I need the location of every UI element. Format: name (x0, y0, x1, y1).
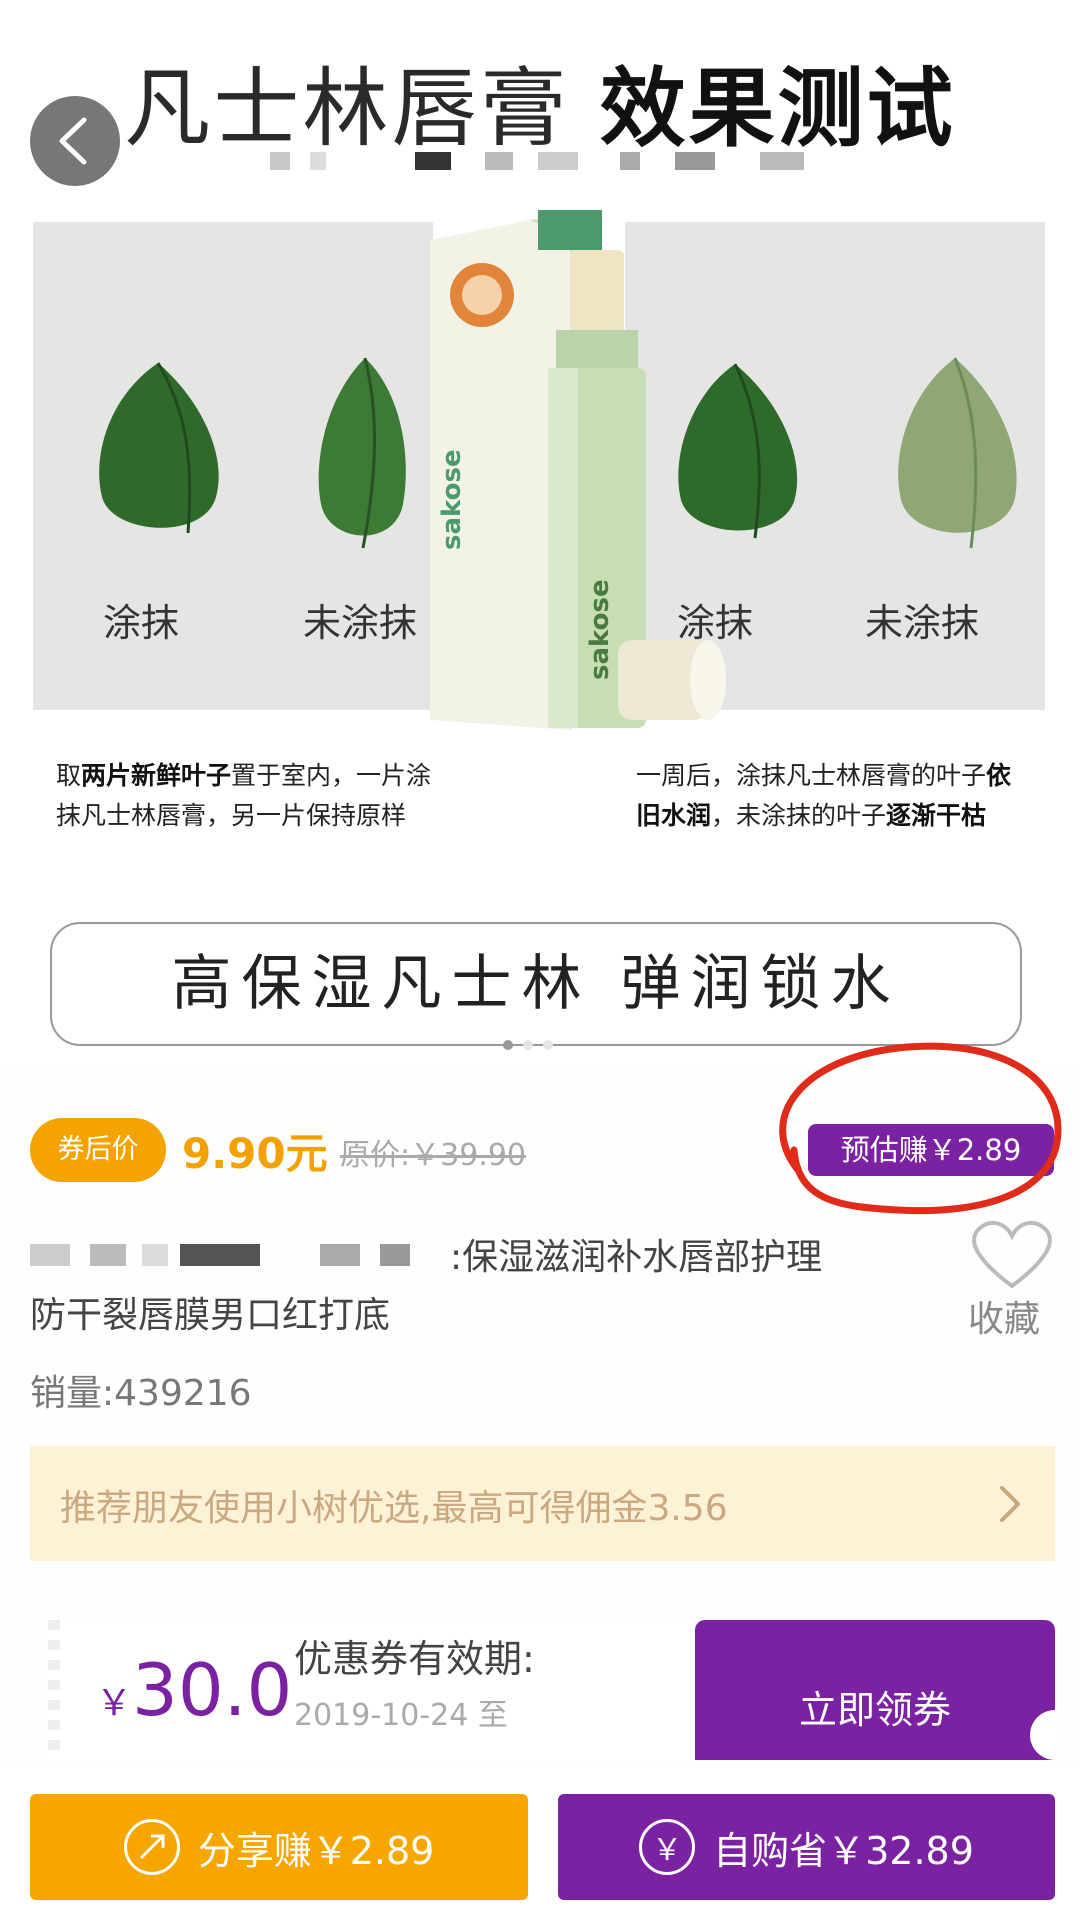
price-value: 9.90元 (182, 1129, 328, 1178)
caption-right: 一周后，涂抹凡士林唇膏的叶子依旧水润，未涂抹的叶子逐渐干枯 (636, 761, 1012, 830)
leaf-label-not-applied: 未涂抹 (303, 601, 418, 645)
product-brand-box: sakose (437, 449, 467, 550)
back-button[interactable] (30, 96, 120, 186)
product-brand-stick: sakose (585, 579, 615, 680)
banner-title-bold: 效果测试 (599, 59, 956, 159)
comparison-panel-left: 涂抹 未涂抹 (33, 222, 433, 710)
coupon-valid-label: 优惠券有效期: (294, 1637, 535, 1681)
back-arrow-icon (59, 117, 87, 165)
product-title-line1: :保湿滋润补水唇部护理 (450, 1237, 823, 1278)
blurred-subtitle (270, 152, 830, 178)
banner-title-light: 凡士林唇膏 (124, 59, 570, 159)
original-price: 原价:￥39.90 (340, 1138, 526, 1173)
share-earn-button[interactable]: 分享赚￥2.89 (30, 1794, 528, 1900)
leaf-label-applied: 涂抹 (103, 601, 180, 645)
carousel-dot[interactable] (523, 1040, 533, 1050)
coupon-card: ￥30.0 优惠券有效期: 2019-10-24 至 立即领券 (60, 1620, 1055, 1760)
product-title-line2: 防干裂唇膜男口红打底 (30, 1295, 391, 1336)
share-icon (123, 1819, 180, 1875)
sales-count: 销量:439216 (30, 1373, 252, 1414)
banner-title: 凡士林唇膏 效果测试 (0, 38, 1080, 163)
yuan-icon: ￥ (639, 1819, 696, 1875)
coupon-valid-date: 2019-10-24 至 (294, 1698, 508, 1733)
chevron-right-icon (1000, 1486, 1020, 1522)
self-buy-save-label: 自购省￥32.89 (713, 1828, 974, 1873)
recommend-banner[interactable]: 推荐朋友使用小树优选,最高可得佣金3.56 (30, 1446, 1055, 1561)
heart-icon (972, 1220, 1052, 1289)
leaf-image (99, 362, 219, 534)
caption-left: 取两片新鲜叶子置于室内，一片涂抹凡士林唇膏，另一片保持原样 (56, 761, 432, 830)
product-image-banner[interactable]: 凡士林唇膏 效果测试 涂抹 未涂抹 涂抹 未涂抹 sakose sakose 取… (0, 0, 1080, 1070)
carousel-dot[interactable] (543, 1040, 553, 1050)
leaf-image (318, 357, 406, 549)
leaf-label-not-applied: 未涂抹 (865, 601, 980, 645)
recommend-text: 推荐朋友使用小树优选,最高可得佣金3.56 (60, 1488, 728, 1529)
leaf-image (898, 357, 1017, 549)
highlight-circle-annotation (779, 1042, 1062, 1215)
favorite-label[interactable]: 收藏 (968, 1290, 1040, 1342)
bottom-action-bar: 分享赚￥2.89 ￥ 自购省￥32.89 (0, 1766, 1080, 1920)
carousel-dot-active[interactable] (503, 1040, 513, 1050)
share-earn-label: 分享赚￥2.89 (197, 1828, 435, 1873)
coupon-price-badge: 券后价 (30, 1118, 166, 1182)
product-image: sakose sakose (430, 210, 726, 730)
blurred-title-prefix (30, 1244, 430, 1274)
claim-coupon-button[interactable]: 立即领券 (695, 1620, 1055, 1760)
self-buy-save-button[interactable]: ￥ 自购省￥32.89 (558, 1794, 1055, 1900)
slogan-box: 高保湿凡士林 弹润锁水 (50, 922, 1022, 1046)
coupon-amount: ￥30.0 (96, 1648, 293, 1732)
